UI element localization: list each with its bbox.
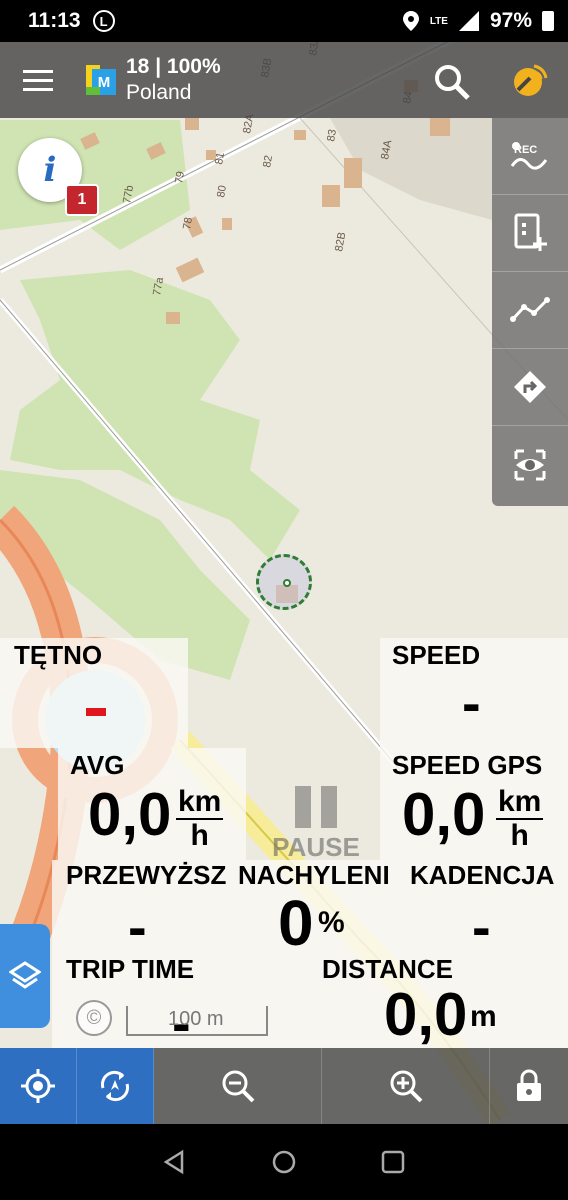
track-record-icon bbox=[510, 142, 548, 170]
app-notification-icon: L bbox=[92, 10, 115, 32]
map-view-icon bbox=[514, 449, 546, 480]
svg-text:80: 80 bbox=[215, 184, 229, 198]
signal-icon bbox=[458, 11, 479, 31]
elevation-value: - bbox=[128, 895, 147, 958]
zoom-in-button[interactable] bbox=[322, 1048, 490, 1124]
copyright-icon[interactable]: © bbox=[76, 1000, 112, 1036]
home-icon[interactable] bbox=[271, 1149, 297, 1175]
heart-rate-label: TĘTNO bbox=[14, 640, 103, 670]
battery-level: 97% bbox=[489, 9, 532, 32]
distance-unit: m bbox=[470, 1000, 497, 1033]
svg-text:79: 79 bbox=[173, 170, 187, 184]
slope-unit: % bbox=[318, 906, 345, 939]
elevation-label: PRZEWYŻSZ bbox=[66, 860, 226, 890]
track-record-button[interactable]: REC bbox=[492, 118, 568, 195]
top-toolbar: M 18 | 100% Poland bbox=[0, 42, 492, 118]
clock: 11:13 bbox=[28, 9, 81, 32]
speed-gps-value: 0,0 bbox=[402, 781, 486, 848]
search-icon[interactable] bbox=[432, 62, 472, 102]
menu-icon[interactable] bbox=[0, 42, 76, 118]
locus-logo-icon[interactable]: M bbox=[86, 65, 116, 95]
layers-icon bbox=[9, 961, 41, 989]
speed-gps-unit: km h bbox=[496, 785, 544, 852]
navigation-icon bbox=[514, 371, 546, 403]
distance-value: 0,0 bbox=[384, 981, 468, 1048]
track-planner-button[interactable] bbox=[492, 272, 568, 349]
add-point-icon bbox=[514, 213, 547, 251]
system-navigation-bar bbox=[0, 1124, 568, 1200]
speed-label: SPEED bbox=[392, 640, 481, 670]
map-view-button[interactable] bbox=[492, 426, 568, 503]
svg-text:82B: 82B bbox=[333, 231, 348, 252]
cadence-value: - bbox=[472, 895, 491, 958]
rotate-icon bbox=[100, 1070, 130, 1102]
status-icons: LTE 97% bbox=[402, 9, 554, 33]
current-location-marker[interactable] bbox=[256, 554, 312, 610]
avg-speed-value: 0,0 bbox=[88, 781, 172, 848]
svg-text:83: 83 bbox=[325, 128, 339, 142]
my-location-button[interactable] bbox=[0, 1048, 77, 1124]
location-pin-icon bbox=[402, 11, 419, 31]
scale-label: 100 m bbox=[168, 1008, 224, 1030]
trip-time-label: TRIP TIME bbox=[66, 954, 195, 984]
location-dot bbox=[283, 579, 291, 587]
rec-label: REC bbox=[514, 144, 538, 156]
speed-gps-label: SPEED GPS bbox=[392, 750, 543, 780]
slope-label: NACHYLENI bbox=[238, 860, 390, 890]
right-function-panel: REC bbox=[492, 118, 568, 506]
zoom-out-button[interactable] bbox=[154, 1048, 322, 1124]
scale-bar: 100 m bbox=[126, 1006, 268, 1036]
svg-text:82: 82 bbox=[261, 154, 275, 168]
route-planner-icon bbox=[510, 297, 550, 322]
svg-text:78: 78 bbox=[181, 216, 195, 230]
bottom-toolbar bbox=[0, 1048, 568, 1124]
info-icon: i bbox=[43, 150, 57, 190]
pause-indicator[interactable]: PAUSE bbox=[266, 786, 366, 866]
map-rotation-button[interactable] bbox=[77, 1048, 154, 1124]
status-bar: 11:13 L LTE 97% bbox=[0, 0, 568, 42]
network-type: LTE bbox=[429, 15, 448, 27]
speed-value: - bbox=[462, 671, 481, 734]
crosshair-icon bbox=[21, 1069, 55, 1103]
satellite-icon bbox=[514, 64, 548, 96]
back-icon[interactable] bbox=[162, 1149, 188, 1175]
pause-label: PAUSE bbox=[272, 832, 360, 862]
gps-status-button[interactable] bbox=[492, 42, 568, 118]
svg-text:81: 81 bbox=[213, 151, 227, 165]
zoom-out-icon bbox=[222, 1070, 254, 1103]
heart-rate-indicator bbox=[86, 708, 106, 716]
navigation-button[interactable] bbox=[492, 349, 568, 426]
battery-icon bbox=[542, 11, 554, 31]
zoom-in-icon bbox=[390, 1070, 422, 1103]
slope-value: 0 bbox=[278, 887, 314, 959]
avg-speed-unit: km h bbox=[176, 785, 224, 852]
lock-button[interactable] bbox=[490, 1048, 568, 1124]
add-point-button[interactable] bbox=[492, 195, 568, 272]
avg-speed-label: AVG bbox=[70, 750, 125, 780]
layers-button[interactable] bbox=[0, 924, 50, 1028]
cadence-label: KADENCJA bbox=[410, 860, 555, 890]
lock-icon bbox=[517, 1069, 541, 1101]
notification-badge: 1 bbox=[65, 184, 99, 216]
map-name: Poland bbox=[126, 81, 192, 104]
zoom-info: 18 | 100% bbox=[126, 55, 221, 78]
recents-icon[interactable] bbox=[380, 1149, 406, 1175]
map-info[interactable]: 18 | 100% Poland bbox=[126, 54, 221, 106]
